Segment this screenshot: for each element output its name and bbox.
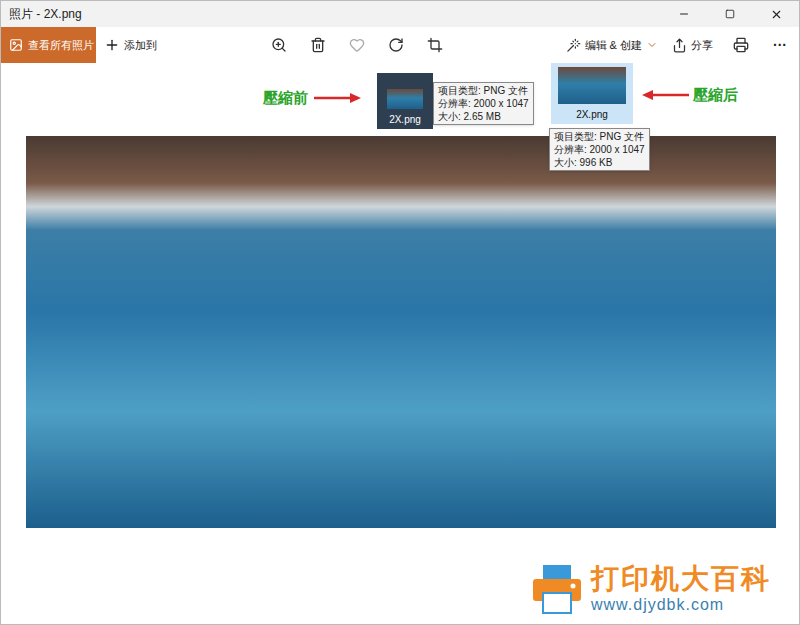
print-icon — [733, 37, 749, 53]
maximize-icon — [725, 9, 735, 19]
close-button[interactable] — [753, 1, 799, 27]
photo — [26, 136, 776, 528]
thumbnail-image — [558, 67, 626, 104]
file-thumbnail[interactable]: 2X.png — [377, 73, 433, 129]
watermark-url: www.djydbk.com — [591, 595, 771, 615]
crop-icon[interactable] — [427, 37, 443, 53]
tooltip-line: 大小: 996 KB — [554, 156, 645, 169]
more-button[interactable]: ··· — [761, 35, 799, 56]
edit-create-button[interactable]: 编辑 & 创建 — [560, 37, 664, 54]
before-annotation: 壓縮前 — [263, 87, 362, 110]
before-file: 2X.png 项目类型: PNG 文件分辨率: 2000 x 1047大小: 2.… — [377, 73, 534, 129]
print-button[interactable] — [721, 37, 761, 53]
before-tooltip: 项目类型: PNG 文件分辨率: 2000 x 1047大小: 2.65 MB — [433, 82, 534, 125]
annotation-label: 壓縮前 — [263, 87, 308, 110]
view-all-button[interactable]: 查看所有照片 — [1, 27, 96, 63]
minimize-button[interactable] — [661, 1, 707, 27]
viewer — [1, 63, 799, 624]
printer-logo-icon — [529, 563, 585, 615]
share-button[interactable]: 分享 — [664, 37, 721, 54]
close-icon — [770, 8, 783, 21]
add-to-button[interactable]: 添加到 — [96, 37, 165, 54]
file-thumbnail[interactable]: 2X.png — [551, 63, 633, 124]
favorite-icon[interactable] — [349, 37, 365, 53]
after-tooltip: 项目类型: PNG 文件分辨率: 2000 x 1047大小: 996 KB — [549, 128, 650, 171]
after-annotation: 壓縮后 — [641, 84, 738, 107]
thumbnail-label: 2X.png — [389, 113, 421, 127]
watermark: 打印机大百科www.djydbk.com — [529, 563, 771, 615]
maximize-button[interactable] — [707, 1, 753, 27]
thumbnail-label: 2X.png — [576, 108, 608, 122]
photos-window: 照片 - 2X.png 查看所有照片添加到 编辑 & 创建分享 ··· 壓縮前 2X.pn… — [0, 0, 800, 625]
photos-icon — [9, 38, 23, 52]
zoom-icon[interactable] — [271, 37, 287, 53]
after-file: 2X.png — [551, 63, 633, 124]
window-title: 照片 - 2X.png — [1, 5, 661, 23]
arrow-right-icon — [312, 92, 362, 104]
arrow-left-icon — [641, 89, 691, 101]
tooltip-line: 分辨率: 2000 x 1047 — [554, 143, 645, 156]
tooltip-line: 项目类型: PNG 文件 — [554, 130, 645, 143]
rotate-icon[interactable] — [388, 37, 404, 53]
thumbnail-image — [387, 89, 423, 109]
watermark-name: 打印机大百科 — [591, 563, 771, 595]
plus-icon — [104, 37, 120, 53]
annotation-label: 壓縮后 — [693, 84, 738, 107]
tooltip-line: 项目类型: PNG 文件 — [438, 84, 529, 97]
center-tools — [165, 37, 490, 53]
title-bar: 照片 - 2X.png — [1, 1, 799, 27]
share-icon — [672, 38, 687, 53]
toolbar: 查看所有照片添加到 编辑 & 创建分享 ··· — [1, 27, 799, 63]
tooltip-line: 大小: 2.65 MB — [438, 110, 529, 123]
minimize-icon — [678, 8, 690, 20]
edit-icon — [566, 38, 581, 53]
tooltip-line: 分辨率: 2000 x 1047 — [438, 97, 529, 110]
chevron-icon — [646, 39, 658, 51]
delete-icon[interactable] — [310, 37, 326, 53]
